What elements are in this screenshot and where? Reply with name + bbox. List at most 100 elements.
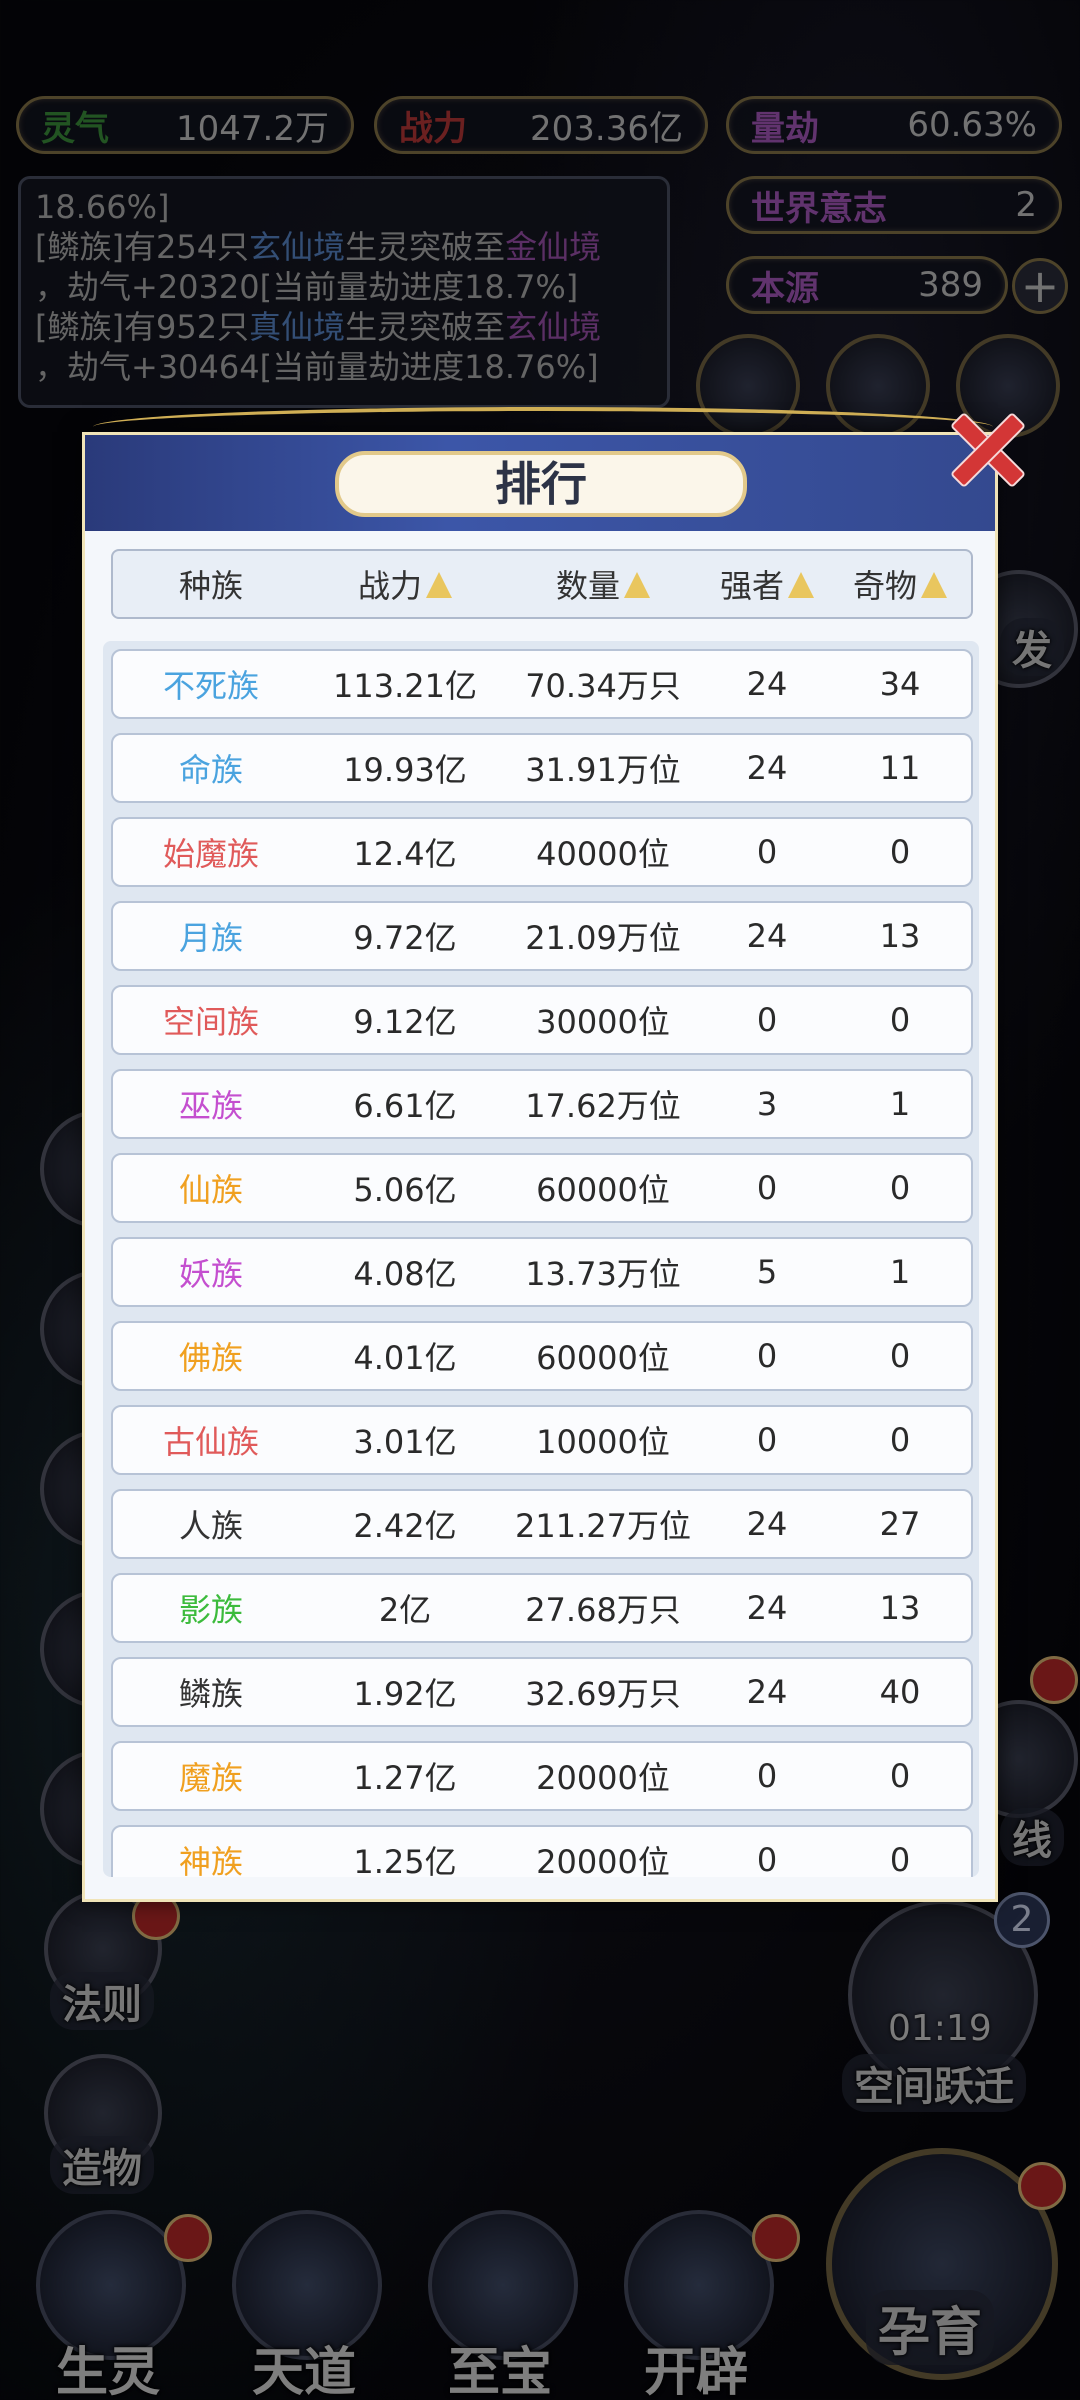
- power-value: 4.01亿: [353, 1339, 457, 1377]
- table-row[interactable]: 空间族 9.12亿 30000位 0 0: [111, 985, 973, 1055]
- table-row[interactable]: 古仙族 3.01亿 10000位 0 0: [111, 1405, 973, 1475]
- shijie-yizhi-stat[interactable]: 世界意志 2: [726, 176, 1062, 234]
- race-name: 始魔族: [162, 835, 259, 873]
- race-name: 月族: [178, 919, 243, 957]
- elite-value: 24: [746, 749, 788, 787]
- table-row[interactable]: 命族 19.93亿 31.91万位 24 11: [111, 733, 973, 803]
- power-value: 5.06亿: [353, 1171, 457, 1209]
- count-value: 211.27万位: [515, 1507, 691, 1545]
- count-value: 20000位: [536, 1759, 670, 1797]
- race-name: 命族: [178, 751, 243, 789]
- event-log: 18.66%] [鳞族]有254只玄仙境生灵突破至金仙境 ，劫气+20320[当…: [18, 176, 670, 408]
- benyuan-add-button[interactable]: +: [1012, 258, 1068, 314]
- elite-value: 0: [756, 1841, 778, 1877]
- log-realm: 真仙境: [249, 308, 346, 346]
- nav-tian-dao[interactable]: 天道: [214, 2210, 394, 2400]
- log-realm: 玄仙境: [505, 308, 602, 346]
- power-value: 9.12亿: [353, 1003, 457, 1041]
- sort-arrow-icon[interactable]: [624, 572, 650, 598]
- count-value: 27.68万只: [525, 1591, 681, 1629]
- sort-arrow-icon[interactable]: [788, 572, 814, 598]
- liangjie-label: 量劫: [751, 108, 819, 149]
- power-value: 9.72亿: [353, 919, 457, 957]
- liangjie-value: 60.63%: [907, 105, 1037, 145]
- power-value: 6.61亿: [353, 1087, 457, 1125]
- log-realm: 金仙境: [505, 228, 602, 266]
- table-row[interactable]: 仙族 5.06亿 60000位 0 0: [111, 1153, 973, 1223]
- lingqi-label: 灵气: [41, 108, 109, 149]
- table-row[interactable]: 鳞族 1.92亿 32.69万只 24 40: [111, 1657, 973, 1727]
- power-value: 19.93亿: [343, 751, 467, 789]
- nav-label: 至宝: [447, 2342, 552, 2400]
- space-jump-count-badge: 2: [994, 1892, 1050, 1948]
- power-value: 1.92亿: [353, 1675, 457, 1713]
- table-header: 种族 战力 数量 强者 奇物: [111, 549, 973, 619]
- table-row[interactable]: 巫族 6.61亿 17.62万位 3 1: [111, 1069, 973, 1139]
- header-relic-sort[interactable]: 奇物: [829, 561, 971, 607]
- race-name: 仙族: [178, 1171, 243, 1209]
- relic-value: 27: [879, 1505, 921, 1543]
- relic-value: 0: [889, 1337, 911, 1375]
- header-label: 种族: [178, 567, 243, 605]
- log-realm: 玄仙境: [249, 228, 346, 266]
- side-label-right-2: 线: [1000, 1808, 1064, 1866]
- elite-value: 0: [756, 1169, 778, 1207]
- elite-value: 24: [746, 1589, 788, 1627]
- power-value: 113.21亿: [333, 667, 477, 705]
- header-power-sort[interactable]: 战力: [309, 561, 501, 607]
- table-row[interactable]: 影族 2亿 27.68万只 24 13: [111, 1573, 973, 1643]
- table-row[interactable]: 人族 2.42亿 211.27万位 24 27: [111, 1489, 973, 1559]
- liangjie-stat[interactable]: 量劫 60.63%: [726, 96, 1062, 154]
- nav-label: 天道: [251, 2342, 356, 2400]
- race-name: 鳞族: [178, 1675, 243, 1713]
- power-value: 4.08亿: [353, 1255, 457, 1293]
- nav-kai-pi[interactable]: 开辟: [606, 2210, 800, 2400]
- count-value: 17.62万位: [525, 1087, 681, 1125]
- power-value: 12.4亿: [353, 835, 457, 873]
- header-label: 奇物: [852, 567, 917, 605]
- log-text: [鳞族]有952只: [35, 308, 250, 346]
- header-count-sort[interactable]: 数量: [501, 561, 705, 607]
- benyuan-value: 389: [918, 265, 983, 305]
- close-button[interactable]: [936, 398, 1036, 498]
- relic-value: 1: [889, 1085, 911, 1123]
- power-value: 1.25亿: [353, 1843, 457, 1877]
- relic-value: 13: [879, 1589, 921, 1627]
- relic-value: 1: [889, 1253, 911, 1291]
- table-row[interactable]: 妖族 4.08亿 13.73万位 5 1: [111, 1237, 973, 1307]
- relic-value: 0: [889, 833, 911, 871]
- table-row[interactable]: 魔族 1.27亿 20000位 0 0: [111, 1741, 973, 1811]
- table-row[interactable]: 佛族 4.01亿 60000位 0 0: [111, 1321, 973, 1391]
- elite-value: 0: [756, 1757, 778, 1795]
- relic-value: 0: [889, 1001, 911, 1039]
- elite-value: 0: [756, 1337, 778, 1375]
- log-text: 生灵突破至: [345, 308, 506, 346]
- relic-value: 0: [889, 1421, 911, 1459]
- benyuan-stat[interactable]: 本源 389: [726, 256, 1008, 314]
- count-value: 10000位: [536, 1423, 670, 1461]
- relic-value: 0: [889, 1169, 911, 1207]
- nav-sheng-ling[interactable]: 生灵: [18, 2210, 212, 2400]
- ranking-modal: 排行 种族 战力 数量 强者 奇物 不死族 113.21亿 70.34万只 24 34 命…: [82, 407, 998, 1902]
- power-value: 2.42亿: [353, 1507, 457, 1545]
- sort-arrow-icon[interactable]: [921, 572, 947, 598]
- header-race: 种族: [113, 561, 309, 607]
- space-jump-timer: 01:19: [888, 2008, 992, 2049]
- modal-title: 排行: [335, 451, 747, 517]
- table-row[interactable]: 始魔族 12.4亿 40000位 0 0: [111, 817, 973, 887]
- table-row[interactable]: 神族 1.25亿 20000位 0 0: [111, 1825, 973, 1877]
- ranking-list[interactable]: 不死族 113.21亿 70.34万只 24 34 命族 19.93亿 31.91万位 24 11…: [103, 641, 979, 1877]
- log-text: [鳞族]有254只: [35, 228, 250, 266]
- count-value: 13.73万位: [525, 1255, 681, 1293]
- shijie-yizhi-value: 2: [1015, 185, 1037, 225]
- log-text: ，劫气+30464[当前量劫进度18.76%]: [35, 348, 599, 386]
- elite-value: 24: [746, 665, 788, 703]
- nav-zhi-bao[interactable]: 至宝: [410, 2210, 590, 2400]
- shijie-yizhi-label: 世界意志: [751, 188, 887, 229]
- log-text: 生灵突破至: [345, 228, 506, 266]
- table-row[interactable]: 不死族 113.21亿 70.34万只 24 34: [111, 649, 973, 719]
- count-value: 31.91万位: [525, 751, 681, 789]
- header-elite-sort[interactable]: 强者: [705, 561, 829, 607]
- sort-arrow-icon[interactable]: [426, 572, 452, 598]
- table-row[interactable]: 月族 9.72亿 21.09万位 24 13: [111, 901, 973, 971]
